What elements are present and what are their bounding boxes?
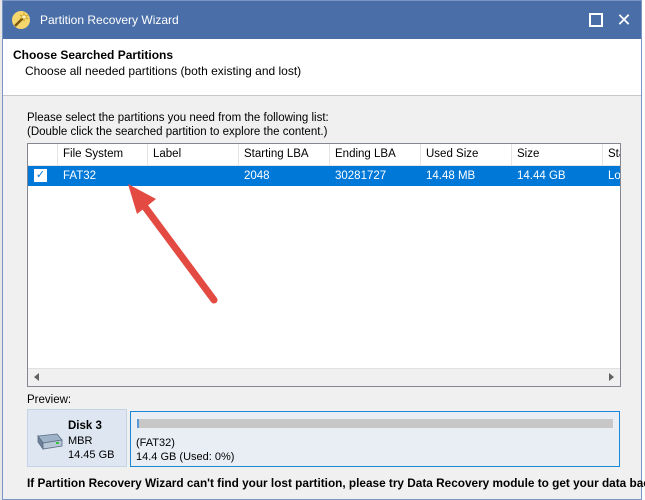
annotation-arrow <box>128 184 218 304</box>
annotation-arrow-shaft <box>141 203 218 304</box>
annotation-arrow-head <box>128 184 156 214</box>
